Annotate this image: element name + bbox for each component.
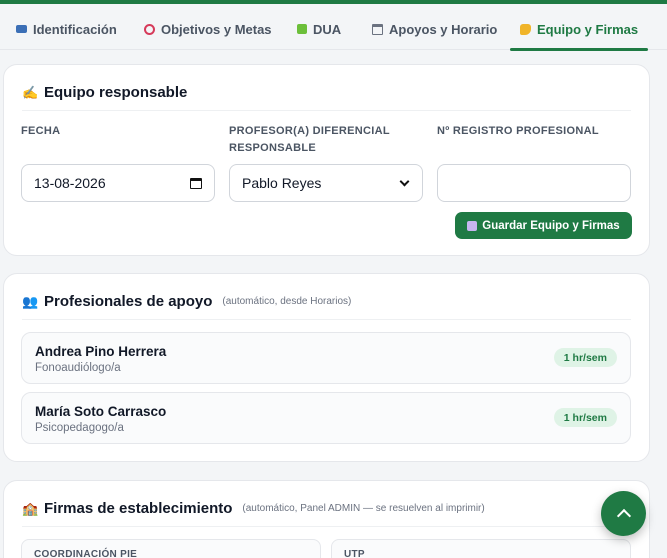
tab-identificacion[interactable]: Identificación	[16, 8, 117, 50]
chevron-down-icon	[399, 176, 410, 186]
registro-label: Nº REGISTRO PROFESIONAL	[437, 125, 599, 137]
support-card: 👥 Profesionales de apoyo (automático, de…	[3, 273, 650, 462]
person-role: Psicopedagogo/a	[35, 422, 124, 434]
signatures-card: 🏫 Firmas de establecimiento (automático,…	[3, 480, 650, 558]
signature-box-coordinacion: COORDINACIÓN PIE	[21, 539, 321, 558]
tab-dua[interactable]: DUA	[297, 8, 341, 50]
hours-badge: 1 hr/sem	[553, 348, 617, 367]
tab-bar: Identificación Objetivos y Metas DUA Apo…	[0, 8, 667, 51]
profesor-label: PROFESOR(A) DIFERENCIAL RESPONSABLE	[229, 125, 390, 154]
hours-badge: 1 hr/sem	[553, 408, 617, 427]
person-name: Andrea Pino Herrera	[35, 344, 167, 359]
top-accent-bar	[0, 0, 667, 4]
team-card-title: ✍ Equipo responsable	[22, 83, 631, 111]
puzzle-icon	[297, 24, 307, 34]
school-building-icon: 🏫	[22, 500, 39, 516]
tab-apoyos-horario[interactable]: Apoyos y Horario	[372, 8, 497, 50]
support-person-item: María Soto Carrasco Psicopedagogo/a 1 hr…	[21, 392, 631, 444]
fecha-date-input[interactable]: 13-08-2026	[21, 164, 215, 202]
target-icon	[144, 23, 155, 35]
registro-input[interactable]	[437, 164, 631, 202]
scroll-to-top-button[interactable]	[601, 491, 646, 536]
profesor-select[interactable]: Pablo Reyes	[229, 164, 423, 202]
writing-hand-icon: ✍	[22, 84, 39, 100]
writing-hand-icon	[520, 23, 531, 35]
signatures-card-title: 🏫 Firmas de establecimiento (automático,…	[22, 499, 631, 527]
people-icon: 👥	[22, 293, 39, 309]
floppy-disk-icon	[467, 220, 478, 231]
tab-objetivos[interactable]: Objetivos y Metas	[144, 8, 272, 50]
calendar-icon[interactable]	[190, 177, 202, 189]
tab-equipo-firmas[interactable]: Equipo y Firmas	[509, 8, 649, 51]
support-card-title: 👥 Profesionales de apoyo (automático, de…	[22, 292, 631, 320]
id-card-icon	[16, 25, 27, 33]
support-person-item: Andrea Pino Herrera Fonoaudiólogo/a 1 hr…	[21, 332, 631, 384]
team-card: ✍ Equipo responsable FECHA PROFESOR(A) D…	[3, 64, 650, 256]
person-role: Fonoaudiólogo/a	[35, 362, 121, 374]
calendar-icon	[372, 23, 383, 35]
person-name: María Soto Carrasco	[35, 404, 167, 419]
signature-box-utp: UTP	[331, 539, 631, 558]
save-team-button[interactable]: Guardar Equipo y Firmas	[455, 212, 632, 239]
fecha-label: FECHA	[21, 125, 61, 137]
